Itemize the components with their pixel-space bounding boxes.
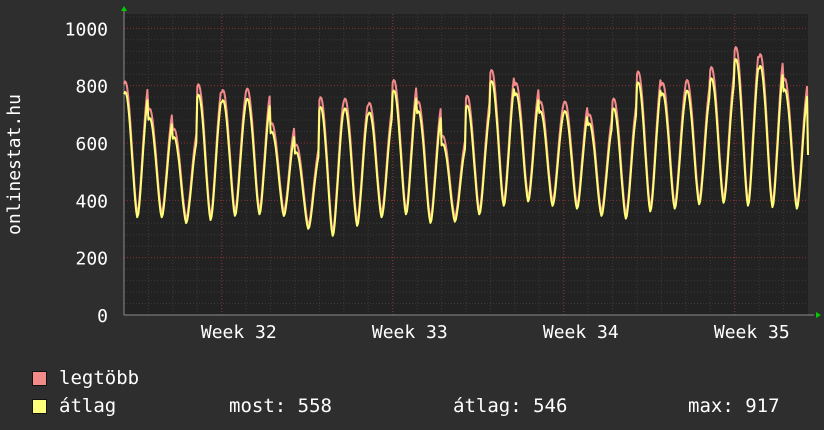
y-axis-title: onlinestat.hu: [4, 94, 25, 235]
legend-row-avg: átlag most: 558 átlag: 546 max: 917: [32, 392, 780, 420]
stat-max: max: 917: [688, 395, 780, 417]
y-tick-label: 400: [75, 191, 108, 212]
y-tick-label: 800: [75, 77, 108, 98]
x-tick-label: Week 33: [372, 322, 448, 343]
y-tick-label: 600: [75, 134, 108, 155]
stat-average: átlag: 546: [453, 395, 568, 417]
y-axis-ticks: 0 200 400 600 800 1000: [65, 19, 108, 327]
y-tick-label: 1000: [65, 19, 108, 40]
x-axis-arrow: [816, 312, 821, 318]
legend-label-max: legtöbb: [59, 367, 140, 389]
stat-current: most: 558: [229, 395, 332, 417]
y-tick-label: 0: [97, 306, 108, 327]
legend: legtöbb átlag most: 558 átlag: 546 max: …: [32, 364, 780, 420]
x-tick-label: Week 34: [543, 322, 619, 343]
y-axis-arrow: [121, 6, 127, 11]
x-tick-label: Week 32: [201, 322, 277, 343]
x-tick-label: Week 35: [714, 322, 790, 343]
x-axis-ticks: Week 32 Week 33 Week 34 Week 35: [201, 322, 790, 343]
legend-swatch-max: [32, 371, 47, 386]
legend-row-max: legtöbb: [32, 364, 139, 392]
legend-swatch-avg: [32, 399, 47, 414]
y-tick-label: 200: [75, 249, 108, 270]
legend-label-avg: átlag: [59, 395, 117, 417]
